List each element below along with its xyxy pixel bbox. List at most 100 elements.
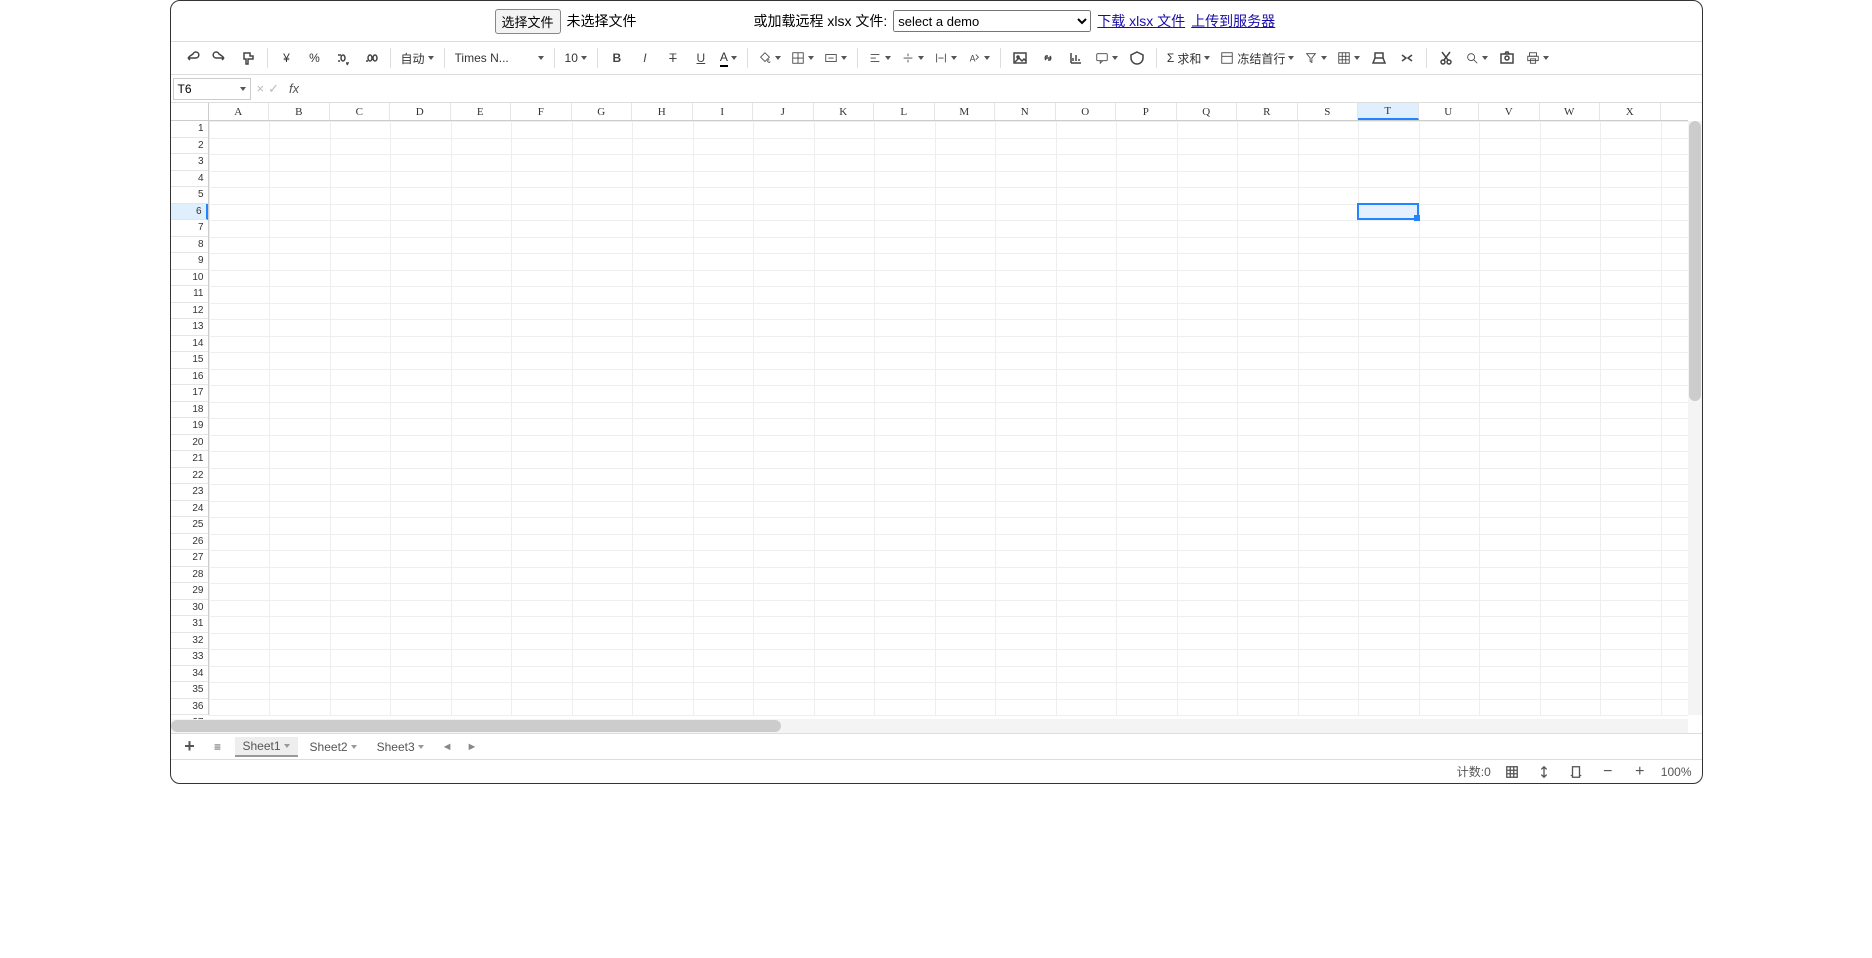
view-pagebreak-button[interactable] xyxy=(1565,761,1587,783)
view-normal-button[interactable] xyxy=(1501,761,1523,783)
filter-dropdown[interactable] xyxy=(1300,45,1331,71)
row-header-21[interactable]: 21 xyxy=(171,451,208,468)
row-header-19[interactable]: 19 xyxy=(171,418,208,435)
sheet-nav-next[interactable]: ► xyxy=(463,741,482,753)
column-header-A[interactable]: A xyxy=(209,103,270,120)
row-header-18[interactable]: 18 xyxy=(171,402,208,419)
increase-decimal-button[interactable] xyxy=(358,45,384,71)
column-header-F[interactable]: F xyxy=(511,103,572,120)
column-header-T[interactable]: T xyxy=(1358,103,1419,120)
horizontal-scrollbar[interactable] xyxy=(171,719,1688,733)
insert-chart-button[interactable] xyxy=(1063,45,1089,71)
fill-color-dropdown[interactable] xyxy=(754,45,785,71)
zoom-out-button[interactable]: − xyxy=(1597,761,1619,783)
format-painter-button[interactable] xyxy=(235,45,261,71)
autosum-dropdown[interactable]: Σ求和 xyxy=(1163,45,1214,71)
cells-area[interactable] xyxy=(209,121,1688,715)
row-header-16[interactable]: 16 xyxy=(171,369,208,386)
view-page-button[interactable] xyxy=(1533,761,1555,783)
insert-image-button[interactable] xyxy=(1007,45,1033,71)
row-header-5[interactable]: 5 xyxy=(171,187,208,204)
vertical-scrollbar[interactable] xyxy=(1688,121,1702,715)
column-header-W[interactable]: W xyxy=(1540,103,1601,120)
name-box[interactable]: T6 xyxy=(173,78,251,100)
percent-button[interactable]: % xyxy=(302,45,328,71)
column-header-L[interactable]: L xyxy=(874,103,935,120)
row-header-33[interactable]: 33 xyxy=(171,649,208,666)
row-header-15[interactable]: 15 xyxy=(171,352,208,369)
underline-button[interactable]: U xyxy=(688,45,714,71)
row-header-3[interactable]: 3 xyxy=(171,154,208,171)
column-header-P[interactable]: P xyxy=(1116,103,1177,120)
column-header-M[interactable]: M xyxy=(935,103,996,120)
sheet-tab-sheet3[interactable]: Sheet3 xyxy=(369,737,432,757)
zoom-in-button[interactable]: + xyxy=(1629,761,1651,783)
split-button[interactable] xyxy=(1394,45,1420,71)
sheet-tab-sheet2[interactable]: Sheet2 xyxy=(302,737,365,757)
row-header-22[interactable]: 22 xyxy=(171,468,208,485)
row-header-8[interactable]: 8 xyxy=(171,237,208,254)
row-header-6[interactable]: 6 xyxy=(171,204,208,221)
row-header-1[interactable]: 1 xyxy=(171,121,208,138)
column-header-V[interactable]: V xyxy=(1479,103,1540,120)
column-header-B[interactable]: B xyxy=(269,103,330,120)
selected-cell[interactable] xyxy=(1357,203,1419,221)
column-header-Q[interactable]: Q xyxy=(1177,103,1238,120)
row-header-24[interactable]: 24 xyxy=(171,501,208,518)
column-header-J[interactable]: J xyxy=(753,103,814,120)
column-header-X[interactable]: X xyxy=(1600,103,1661,120)
column-header-U[interactable]: U xyxy=(1419,103,1480,120)
row-header-12[interactable]: 12 xyxy=(171,303,208,320)
row-header-11[interactable]: 11 xyxy=(171,286,208,303)
download-xlsx-link[interactable]: 下载 xlsx 文件 xyxy=(1097,11,1185,31)
column-header-E[interactable]: E xyxy=(451,103,512,120)
italic-button[interactable]: I xyxy=(632,45,658,71)
screenshot-button[interactable] xyxy=(1494,45,1520,71)
row-header-35[interactable]: 35 xyxy=(171,682,208,699)
column-headers[interactable]: ABCDEFGHIJKLMNOPQRSTUVWX xyxy=(209,103,1688,121)
data-validation-button[interactable] xyxy=(1124,45,1150,71)
select-all-corner[interactable] xyxy=(171,103,209,121)
row-header-27[interactable]: 27 xyxy=(171,550,208,567)
sheet-tab-sheet1[interactable]: Sheet1 xyxy=(235,737,298,757)
column-header-I[interactable]: I xyxy=(693,103,754,120)
chevron-down-icon[interactable] xyxy=(351,745,357,749)
borders-dropdown[interactable] xyxy=(787,45,818,71)
upload-server-link[interactable]: 上传到服务器 xyxy=(1191,11,1275,31)
insert-link-button[interactable] xyxy=(1035,45,1061,71)
cut-button[interactable] xyxy=(1433,45,1459,71)
demo-select[interactable]: select a demo xyxy=(893,10,1091,32)
vertical-align-dropdown[interactable] xyxy=(897,45,928,71)
font-size-dropdown[interactable]: 10 xyxy=(561,45,591,71)
row-header-13[interactable]: 13 xyxy=(171,319,208,336)
text-wrap-dropdown[interactable] xyxy=(930,45,961,71)
column-header-S[interactable]: S xyxy=(1298,103,1359,120)
spreadsheet-grid[interactable]: ABCDEFGHIJKLMNOPQRSTUVWX 123456789101112… xyxy=(171,103,1702,733)
chevron-down-icon[interactable] xyxy=(284,744,290,748)
column-header-D[interactable]: D xyxy=(390,103,451,120)
row-header-17[interactable]: 17 xyxy=(171,385,208,402)
row-header-29[interactable]: 29 xyxy=(171,583,208,600)
fill-handle[interactable] xyxy=(1414,215,1420,221)
formula-confirm-button[interactable]: ✓ xyxy=(268,81,279,97)
row-header-23[interactable]: 23 xyxy=(171,484,208,501)
comment-dropdown[interactable] xyxy=(1091,45,1122,71)
column-header-O[interactable]: O xyxy=(1056,103,1117,120)
undo-button[interactable] xyxy=(179,45,205,71)
font-family-dropdown[interactable]: Times N... xyxy=(451,45,548,71)
formula-input[interactable] xyxy=(299,78,1701,100)
row-header-28[interactable]: 28 xyxy=(171,567,208,584)
row-header-20[interactable]: 20 xyxy=(171,435,208,452)
row-headers[interactable]: 1234567891011121314151617181920212223242… xyxy=(171,121,209,715)
all-sheets-button[interactable]: ≡ xyxy=(207,736,229,758)
horizontal-scroll-thumb[interactable] xyxy=(171,720,781,732)
font-color-dropdown[interactable]: A xyxy=(716,45,741,71)
find-dropdown[interactable] xyxy=(1461,45,1492,71)
row-header-30[interactable]: 30 xyxy=(171,600,208,617)
vertical-scroll-thumb[interactable] xyxy=(1689,121,1701,401)
row-header-26[interactable]: 26 xyxy=(171,534,208,551)
table-dropdown[interactable] xyxy=(1333,45,1364,71)
row-header-32[interactable]: 32 xyxy=(171,633,208,650)
column-header-G[interactable]: G xyxy=(572,103,633,120)
row-header-14[interactable]: 14 xyxy=(171,336,208,353)
